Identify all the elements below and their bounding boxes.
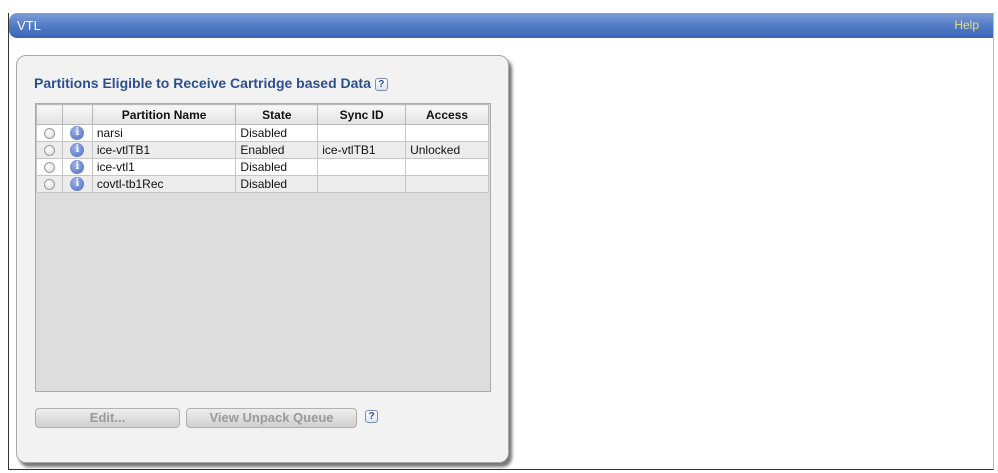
table-header-row: Partition Name State Sync ID Access <box>36 104 489 125</box>
sync-id-cell <box>317 175 407 193</box>
vtl-window: VTL Help Partitions Eligible to Receive … <box>8 13 994 470</box>
edit-button[interactable]: Edit... <box>35 408 180 428</box>
row-select-radio[interactable] <box>43 162 55 174</box>
sync-id-cell <box>317 124 407 142</box>
access-cell <box>405 124 489 142</box>
column-header-select <box>36 104 63 125</box>
partitions-table: Partition Name State Sync ID Access i na… <box>36 104 489 193</box>
panel-title: Partitions Eligible to Receive Cartridge… <box>34 75 388 91</box>
column-header-sync-id[interactable]: Sync ID <box>317 104 407 125</box>
panel-title-text: Partitions Eligible to Receive Cartridge… <box>34 75 371 91</box>
partitions-panel: Partitions Eligible to Receive Cartridge… <box>16 55 509 463</box>
state-cell: Disabled <box>235 175 319 193</box>
state-cell: Disabled <box>235 124 319 142</box>
partitions-table-container[interactable]: Partition Name State Sync ID Access i na… <box>35 103 491 392</box>
info-icon[interactable]: i <box>70 160 85 175</box>
access-cell <box>405 175 489 193</box>
row-select-radio[interactable] <box>43 179 55 191</box>
title-bar: VTL Help <box>9 13 993 38</box>
column-header-state[interactable]: State <box>235 104 319 125</box>
window-title: VTL <box>17 18 41 33</box>
row-select-radio[interactable] <box>43 145 55 157</box>
info-icon[interactable]: i <box>70 126 85 141</box>
access-cell <box>405 158 489 176</box>
state-cell: Enabled <box>235 141 319 159</box>
sync-id-cell: ice-vtlTB1 <box>317 141 407 159</box>
column-header-info <box>61 104 93 125</box>
row-select-radio[interactable] <box>43 128 55 140</box>
state-cell: Disabled <box>235 158 319 176</box>
info-icon[interactable]: i <box>70 177 85 192</box>
help-link[interactable]: Help <box>954 18 979 32</box>
column-header-access[interactable]: Access <box>405 104 489 125</box>
partition-name-cell: narsi <box>91 124 237 142</box>
partition-name-cell: ice-vtlTB1 <box>91 141 237 159</box>
column-header-partition-name[interactable]: Partition Name <box>91 104 237 125</box>
help-question-icon[interactable]: ? <box>374 78 388 91</box>
help-question-icon[interactable]: ? <box>365 410 378 423</box>
partition-name-cell: covtl-tb1Rec <box>91 175 237 193</box>
table-row[interactable]: i narsi Disabled <box>36 124 489 142</box>
table-row[interactable]: i ice-vtl1 Disabled <box>36 158 489 176</box>
view-unpack-queue-button[interactable]: View Unpack Queue <box>186 408 357 428</box>
access-cell: Unlocked <box>405 141 489 159</box>
sync-id-cell <box>317 158 407 176</box>
table-row[interactable]: i covtl-tb1Rec Disabled <box>36 175 489 193</box>
table-row[interactable]: i ice-vtlTB1 Enabled ice-vtlTB1 Unlocked <box>36 141 489 159</box>
info-icon[interactable]: i <box>70 143 85 158</box>
partition-name-cell: ice-vtl1 <box>91 158 237 176</box>
